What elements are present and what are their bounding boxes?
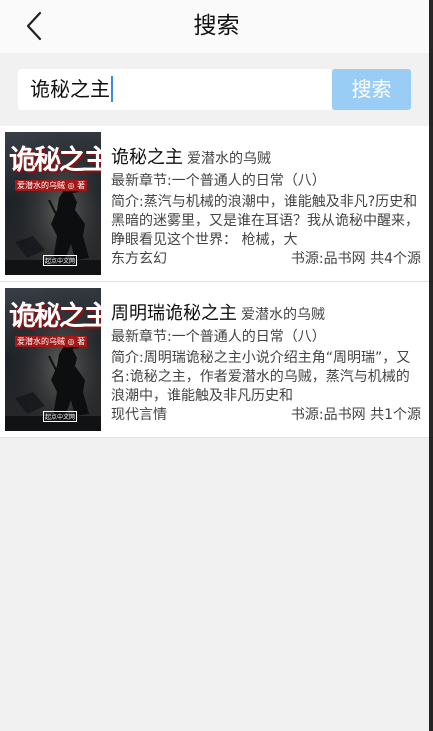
book-source: 书源:品书网 共4个源 xyxy=(290,251,421,267)
book-author: 爱潜水的乌贼 xyxy=(187,151,271,167)
book-intro: 简介:周明瑞诡秘之主小说介绍主角“周明瑞”，又名:诡秘之主，作者爱潜水的乌贼，蒸… xyxy=(111,350,411,404)
result-item[interactable]: 诡秘之主 爱潜水的乌贼 ◎ 著 起点中文网 诡秘之主 爱潜水的乌贼 最新章节:一个… xyxy=(0,126,433,282)
book-category: 东方玄幻 xyxy=(111,251,167,267)
cover-title: 诡秘之主 xyxy=(9,301,101,332)
top-bar: 搜索 xyxy=(0,0,433,53)
search-bar: 诡秘之主 搜索 xyxy=(0,53,433,128)
latest-chapter: 最新章节:一个普通人的日常（八） xyxy=(111,329,326,345)
book-intro: 简介:蒸汽与机械的浪潮中，谁能触及非凡?历史和黑暗的迷雾里，又是谁在耳语？我从诡… xyxy=(111,194,419,248)
book-cover: 诡秘之主 爱潜水的乌贼 ◎ 著 起点中文网 xyxy=(5,132,101,275)
screen-edge xyxy=(429,0,433,731)
cover-title: 诡秘之主 xyxy=(9,145,101,176)
book-title-line: 诡秘之主 爱潜水的乌贼 xyxy=(111,143,421,167)
result-item[interactable]: 诡秘之主 爱潜水的乌贼 ◎ 著 起点中文网 周明瑞诡秘之主 爱潜水的乌贼 最新章节… xyxy=(0,282,433,438)
book-meta: 现代言情 书源:品书网 共1个源 xyxy=(111,406,421,425)
book-title: 周明瑞诡秘之主 xyxy=(111,303,237,323)
latest-chapter: 最新章节:一个普通人的日常（八） xyxy=(111,173,326,189)
book-author: 爱潜水的乌贼 xyxy=(241,307,325,323)
book-info: 诡秘之主 爱潜水的乌贼 最新章节:一个普通人的日常（八） 简介:蒸汽与机械的浪潮中… xyxy=(111,143,421,269)
cover-publisher: 起点中文网 xyxy=(43,255,78,266)
cover-subtitle: 爱潜水的乌贼 ◎ 著 xyxy=(15,336,88,347)
book-info: 周明瑞诡秘之主 爱潜水的乌贼 最新章节:一个普通人的日常（八） 简介:周明瑞诡秘之… xyxy=(111,299,421,425)
book-title-line: 周明瑞诡秘之主 爱潜水的乌贼 xyxy=(111,299,421,323)
book-meta: 东方玄幻 书源:品书网 共4个源 xyxy=(111,250,421,269)
search-input[interactable]: 诡秘之主 xyxy=(18,69,332,110)
cover-publisher: 起点中文网 xyxy=(43,411,78,422)
search-input-value: 诡秘之主 xyxy=(30,77,110,101)
book-source: 书源:品书网 共1个源 xyxy=(290,407,421,423)
book-category: 现代言情 xyxy=(111,407,167,423)
cover-subtitle: 爱潜水的乌贼 ◎ 著 xyxy=(15,180,88,191)
page-title: 搜索 xyxy=(193,13,240,39)
search-results-list: 诡秘之主 爱潜水的乌贼 ◎ 著 起点中文网 诡秘之主 爱潜水的乌贼 最新章节:一个… xyxy=(0,126,433,438)
text-caret xyxy=(111,75,113,102)
search-button[interactable]: 搜索 xyxy=(332,69,411,110)
book-title: 诡秘之主 xyxy=(111,147,183,167)
book-cover: 诡秘之主 爱潜水的乌贼 ◎ 著 起点中文网 xyxy=(5,288,101,431)
